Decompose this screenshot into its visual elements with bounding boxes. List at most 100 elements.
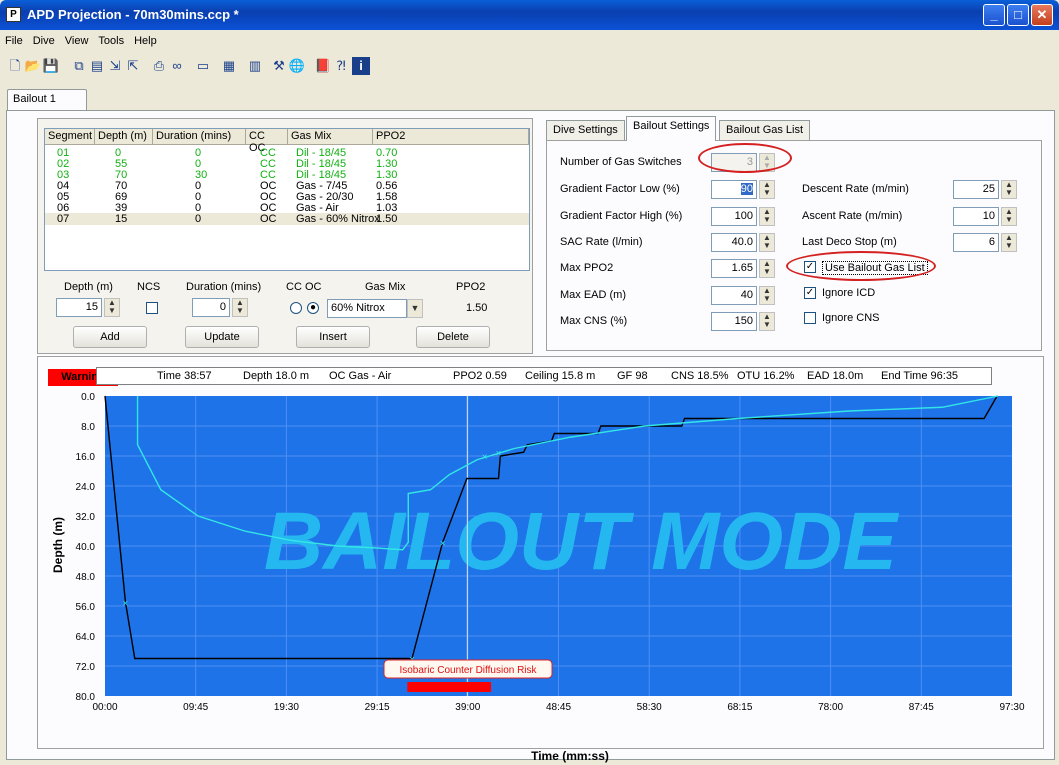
title-bar: P APD Projection - 70m30mins.ccp * _ □ ✕ xyxy=(0,0,1059,30)
delete-button[interactable]: Delete xyxy=(416,326,490,348)
status-cns: CNS 18.5% xyxy=(671,370,729,382)
table-cell: OC xyxy=(260,213,277,225)
table-icon[interactable]: ▥ xyxy=(246,57,264,75)
duration-spinner[interactable]: ▲ ▼ xyxy=(232,298,248,317)
table-cell: 1.50 xyxy=(376,213,398,225)
status-ceiling: Ceiling 15.8 m xyxy=(525,370,596,382)
gf-low-label: Gradient Factor Low (%) xyxy=(560,183,680,195)
status-time: Time 38:57 xyxy=(157,370,212,382)
table-cell: 07 xyxy=(57,213,70,225)
ignore-cns-label[interactable]: Ignore CNS xyxy=(822,312,879,324)
status-depth: Depth 18.0 m xyxy=(243,370,310,382)
status-bar: Time 38:57 Depth 18.0 m OC Gas - Air PPO… xyxy=(96,367,992,385)
col-ccoc[interactable]: CC OC xyxy=(246,129,288,154)
paste-icon[interactable]: ▤ xyxy=(88,57,106,75)
insert-button[interactable]: Insert xyxy=(296,326,370,348)
gf-low-spinner[interactable]: ▲ ▼ xyxy=(759,180,775,199)
tab-bailout-gas-list[interactable]: Bailout Gas List xyxy=(719,120,811,140)
new-file-icon[interactable]: 🗋 xyxy=(6,57,24,75)
duration-label: Duration (mins) xyxy=(186,281,262,293)
status-ead: EAD 18.0m xyxy=(807,370,864,382)
gf-low-input[interactable]: 90 xyxy=(711,180,757,199)
col-segment[interactable]: Segment xyxy=(45,129,95,145)
print-icon[interactable]: ⎙ xyxy=(150,57,168,75)
status-ppo2: PPO2 0.59 xyxy=(453,370,507,382)
chart-panel xyxy=(37,356,1044,749)
max-ppo2-label: Max PPO2 xyxy=(560,262,614,274)
tab-bailout-settings[interactable]: Bailout Settings xyxy=(626,116,717,141)
max-cns-spinner[interactable]: ▲ ▼ xyxy=(759,312,775,331)
last-deco-input[interactable]: 6 xyxy=(953,233,999,252)
depth-input[interactable]: 15 xyxy=(56,298,102,317)
gasmix-select[interactable]: 60% Nitrox xyxy=(327,299,407,318)
descent-label: Descent Rate (m/min) xyxy=(802,183,909,195)
ignore-icd-label[interactable]: Ignore ICD xyxy=(822,287,875,299)
menu-tools[interactable]: Tools xyxy=(93,33,129,49)
last-deco-spinner[interactable]: ▲ ▼ xyxy=(1001,233,1017,252)
gf-high-label: Gradient Factor High (%) xyxy=(560,210,683,222)
copy-icon[interactable]: ⧉ xyxy=(70,57,88,75)
num-switches-label: Number of Gas Switches xyxy=(560,156,682,168)
col-depth[interactable]: Depth (m) xyxy=(95,129,153,145)
minimize-button[interactable]: _ xyxy=(983,4,1005,26)
close-button[interactable]: ✕ xyxy=(1031,4,1053,26)
menu-help[interactable]: Help xyxy=(129,33,162,49)
ccoc-label: CC OC xyxy=(286,281,322,293)
max-ppo2-input[interactable]: 1.65 xyxy=(711,259,757,278)
export-icon[interactable]: ⇱ xyxy=(124,57,142,75)
sac-input[interactable]: 40.0 xyxy=(711,233,757,252)
col-ppo2[interactable]: PPO2 xyxy=(373,129,529,145)
col-duration[interactable]: Duration (mins) xyxy=(153,129,246,145)
ascent-spinner[interactable]: ▲ ▼ xyxy=(1001,207,1017,226)
table-row[interactable]: 07 15 0 OC Gas - 60% Nitrox 1.50 xyxy=(45,213,529,225)
chart-icon[interactable]: ▦ xyxy=(220,57,238,75)
ignore-cns-checkbox[interactable] xyxy=(804,312,816,324)
depth-spinner[interactable]: ▲ ▼ xyxy=(104,298,120,317)
info-icon[interactable]: i xyxy=(352,57,370,75)
save-icon[interactable]: 💾 xyxy=(42,57,60,75)
last-deco-label: Last Deco Stop (m) xyxy=(802,236,897,248)
sac-label: SAC Rate (l/min) xyxy=(560,236,643,248)
max-ead-spinner[interactable]: ▲ ▼ xyxy=(759,286,775,305)
col-gasmix[interactable]: Gas Mix xyxy=(288,129,373,145)
preview-icon[interactable]: ∞ xyxy=(168,57,186,75)
max-cns-input[interactable]: 150 xyxy=(711,312,757,331)
chevron-down-icon[interactable]: ▼ xyxy=(407,299,423,318)
cc-radio[interactable] xyxy=(290,302,302,314)
max-ead-input[interactable]: 40 xyxy=(711,286,757,305)
add-button[interactable]: Add xyxy=(73,326,147,348)
table-cell: Gas - 60% Nitrox xyxy=(296,213,380,225)
help-pointer-icon[interactable]: ⁈ xyxy=(332,57,350,75)
tab-dive-settings[interactable]: Dive Settings xyxy=(546,120,625,140)
depth-label: Depth (m) xyxy=(64,281,113,293)
status-gas: OC Gas - Air xyxy=(329,370,392,382)
disabled-icon[interactable]: ▭ xyxy=(194,57,212,75)
oc-radio[interactable]: ● xyxy=(307,302,319,314)
globe-icon[interactable]: 🌐 xyxy=(288,57,306,75)
max-ead-label: Max EAD (m) xyxy=(560,289,626,301)
ignore-icd-checkbox[interactable]: ✓ xyxy=(804,287,816,299)
tab-bailout-1[interactable]: Bailout 1 xyxy=(7,89,87,111)
maximize-button[interactable]: □ xyxy=(1007,4,1029,26)
ncs-checkbox[interactable] xyxy=(146,302,158,314)
menu-dive[interactable]: Dive xyxy=(28,33,60,49)
import-icon[interactable]: ⇲ xyxy=(106,57,124,75)
toolbar: 🗋 📂 💾 ⧉ ▤ ⇲ ⇱ ⎙ ∞ ▭ ▦ ▥ ⚒ 🌐 📕 ⁈ i xyxy=(6,57,486,79)
tools-icon[interactable]: ⚒ xyxy=(270,57,288,75)
descent-spinner[interactable]: ▲ ▼ xyxy=(1001,180,1017,199)
gf-high-spinner[interactable]: ▲ ▼ xyxy=(759,207,775,226)
ncs-label: NCS xyxy=(137,281,161,293)
book-icon[interactable]: 📕 xyxy=(314,57,332,75)
sac-spinner[interactable]: ▲ ▼ xyxy=(759,233,775,252)
duration-input[interactable]: 0 xyxy=(192,298,230,317)
gf-high-input[interactable]: 100 xyxy=(711,207,757,226)
update-button[interactable]: Update xyxy=(185,326,259,348)
descent-input[interactable]: 25 xyxy=(953,180,999,199)
gf-low-value: 90 xyxy=(740,183,753,195)
ascent-label: Ascent Rate (m/min) xyxy=(802,210,903,222)
max-ppo2-spinner[interactable]: ▲ ▼ xyxy=(759,259,775,278)
open-folder-icon[interactable]: 📂 xyxy=(24,57,42,75)
menu-file[interactable]: File xyxy=(0,33,28,49)
menu-view[interactable]: View xyxy=(60,33,94,49)
ascent-input[interactable]: 10 xyxy=(953,207,999,226)
